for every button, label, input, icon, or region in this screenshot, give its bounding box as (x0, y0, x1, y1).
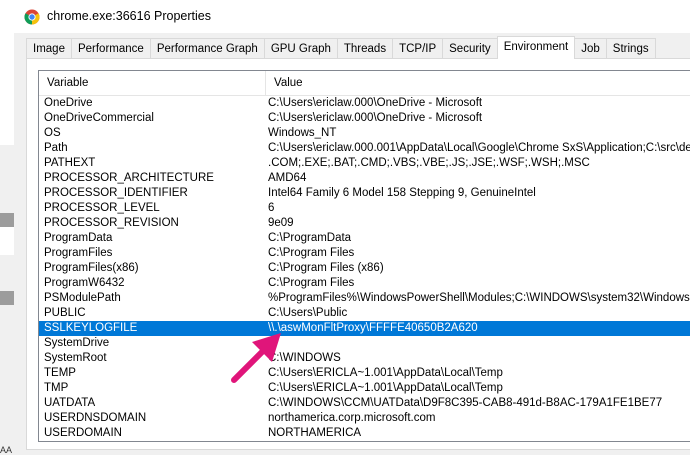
chrome-icon (24, 9, 40, 25)
variable-value: 9e09 (268, 217, 294, 229)
tab-strip: Image Performance Performance Graph GPU … (26, 36, 656, 59)
variable-name: SystemRoot (44, 352, 107, 364)
variable-name: PROCESSOR_ARCHITECTURE (44, 172, 214, 184)
column-header-variable[interactable]: Variable (39, 71, 266, 95)
list-item[interactable]: SystemDrive (39, 336, 690, 351)
variable-name: OneDrive (44, 97, 93, 109)
list-item[interactable]: PROCESSOR_ARCHITECTURE AMD64 (39, 171, 690, 186)
list-item[interactable]: PATHEXT .COM;.EXE;.BAT;.CMD;.VBS;.VBE;.JS… (39, 156, 690, 171)
list-item[interactable]: OneDrive C:\Users\ericlaw.000\OneDrive - … (39, 96, 690, 111)
list-item[interactable]: ProgramData C:\ProgramData (39, 231, 690, 246)
variable-value: .COM;.EXE;.BAT;.CMD;.VBS;.VBE;.JS;.JSE;.… (268, 157, 590, 169)
list-item[interactable]: USERDNSDOMAIN northamerica.corp.microsoft… (39, 411, 690, 426)
tab-image[interactable]: Image (26, 38, 72, 59)
variable-value: C:\WINDOWS\CCM\UATData\D9F8C395-CAB8-491… (268, 397, 663, 409)
variable-value: C:\Program Files (268, 247, 355, 259)
list-rows: OneDrive C:\Users\ericlaw.000\OneDrive - … (39, 96, 690, 441)
variable-value: Intel64 Family 6 Model 158 Stepping 9, G… (268, 187, 536, 199)
variable-value: C:\Users\ERICLA~1.001\AppData\Local\Temp (268, 367, 503, 379)
list-item[interactable]: PROCESSOR_LEVEL 6 (39, 201, 690, 216)
tab-tcp-ip[interactable]: TCP/IP (392, 38, 444, 59)
window-title: chrome.exe:36616 Properties (47, 9, 211, 23)
variable-name: ProgramW6432 (44, 277, 125, 289)
variable-name: OneDriveCommercial (44, 112, 154, 124)
list-item[interactable]: OS Windows_NT (39, 126, 690, 141)
list-item[interactable]: PSModulePath %ProgramFiles%\WindowsPowerS… (39, 291, 690, 306)
list-header: Variable Value (39, 71, 690, 96)
variable-name: ProgramFiles (44, 247, 113, 259)
tab-performance[interactable]: Performance (70, 38, 151, 59)
variable-name: PUBLIC (44, 307, 86, 319)
tab-security[interactable]: Security (442, 38, 498, 59)
list-item[interactable]: TEMP C:\Users\ERICLA~1.001\AppData\Local\… (39, 366, 690, 381)
list-item[interactable]: OneDriveCommercial C:\Users\ericlaw.000\O… (39, 111, 690, 126)
tab-job[interactable]: Job (574, 38, 607, 59)
variable-name: Path (44, 142, 68, 154)
list-item[interactable]: PROCESSOR_REVISION 9e09 (39, 216, 690, 231)
list-item-selected[interactable]: SSLKEYLOGFILE \\.\aswMonFltProxy\FFFFE406… (39, 321, 690, 336)
variable-value: northamerica.corp.microsoft.com (268, 412, 436, 424)
variable-name: PSModulePath (44, 292, 121, 304)
tab-performance-graph[interactable]: Performance Graph (149, 38, 265, 59)
tab-environment[interactable]: Environment (496, 36, 576, 59)
variable-value: C:\Users\Public (268, 307, 348, 319)
variable-name: TMP (44, 382, 69, 394)
variable-value: 6 (268, 202, 275, 214)
list-item[interactable]: ProgramFiles(x86) C:\Program Files (x86) (39, 261, 690, 276)
variable-value: C:\ProgramData (268, 232, 352, 244)
variable-value: \\.\aswMonFltProxy\FFFFE40650B2A620 (268, 322, 478, 334)
variable-name: PROCESSOR_LEVEL (44, 202, 160, 214)
list-item[interactable]: ProgramFiles C:\Program Files (39, 246, 690, 261)
list-item[interactable]: TMP C:\Users\ERICLA~1.001\AppData\Local\T… (39, 381, 690, 396)
variable-value: AMD64 (268, 172, 307, 184)
variable-value: C:\Users\ERICLA~1.001\AppData\Local\Temp (268, 382, 503, 394)
variable-name: PATHEXT (44, 157, 96, 169)
column-header-value[interactable]: Value (266, 71, 690, 95)
variable-name: SSLKEYLOGFILE (44, 322, 138, 334)
environment-list[interactable]: Variable Value OneDrive C:\Users\ericlaw.… (38, 70, 690, 442)
variable-name: OS (44, 127, 61, 139)
variable-value: C:\Program Files (x86) (268, 262, 384, 274)
list-item[interactable]: SystemRoot C:\WINDOWS (39, 351, 690, 366)
variable-value: Windows_NT (268, 127, 337, 139)
variable-name: SystemDrive (44, 337, 110, 349)
variable-value: %ProgramFiles%\WindowsPowerShell\Modules… (268, 292, 690, 304)
variable-value: C:\Users\ericlaw.000\OneDrive - Microsof… (268, 97, 483, 109)
tab-threads[interactable]: Threads (336, 38, 394, 59)
list-item[interactable]: ProgramW6432 C:\Program Files (39, 276, 690, 291)
variable-name: PROCESSOR_REVISION (44, 217, 179, 229)
background-window-edge: AA (0, 33, 14, 455)
list-item[interactable]: UATDATA C:\WINDOWS\CCM\UATData\D9F8C395-C… (39, 396, 690, 411)
variable-name: UATDATA (44, 397, 96, 409)
title-bar: chrome.exe:36616 Properties (0, 0, 690, 33)
variable-value: C:\Users\ericlaw.000.001\AppData\Local\G… (268, 142, 690, 154)
variable-name: TEMP (44, 367, 76, 379)
tab-strings[interactable]: Strings (605, 38, 656, 59)
list-item[interactable]: Path C:\Users\ericlaw.000.001\AppData\Loc… (39, 141, 690, 156)
list-item[interactable]: PUBLIC C:\Users\Public (39, 306, 690, 321)
variable-value: C:\Users\ericlaw.000\OneDrive - Microsof… (268, 112, 483, 124)
background-text: AA (0, 445, 13, 455)
variable-name: ProgramData (44, 232, 113, 244)
arrow-icon (231, 333, 281, 383)
variable-name: PROCESSOR_IDENTIFIER (44, 187, 188, 199)
variable-name: ProgramFiles(x86) (44, 262, 139, 274)
variable-name: USERDNSDOMAIN (44, 412, 147, 424)
variable-value: C:\Program Files (268, 277, 355, 289)
tab-gpu-graph[interactable]: GPU Graph (263, 38, 338, 59)
list-item[interactable]: PROCESSOR_IDENTIFIER Intel64 Family 6 Mod… (39, 186, 690, 201)
